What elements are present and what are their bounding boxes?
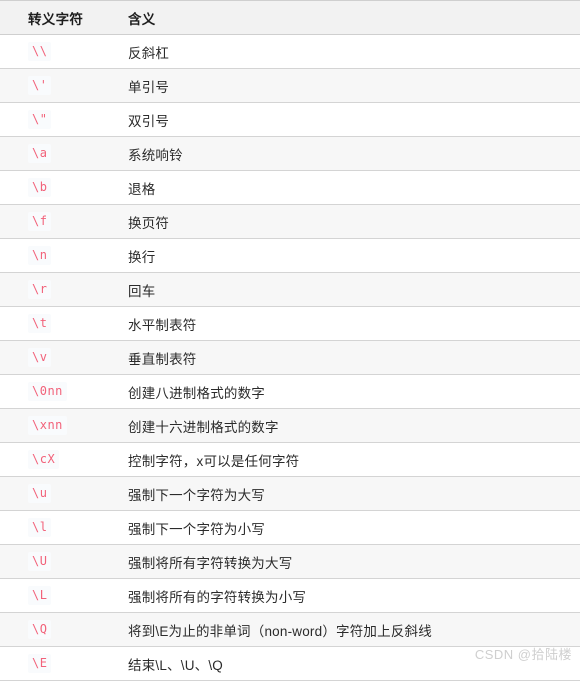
escape-character-cell: \t (0, 307, 118, 341)
escape-code-chip: \L (28, 586, 52, 605)
meaning-cell: 强制将所有字符转换为大写 (128, 555, 293, 571)
escape-code-chip: \0nn (28, 382, 67, 401)
table-row: \U 强制将所有字符转换为大写 (0, 544, 580, 579)
table-header-row: 转义字符 含义 (0, 0, 580, 35)
escape-character-cell: \U (0, 545, 118, 579)
meaning-cell: 系统响铃 (128, 147, 183, 163)
meaning-cell: 水平制表符 (128, 317, 197, 333)
table-row: \b 退格 (0, 170, 580, 205)
escape-code-chip: \" (28, 110, 52, 129)
escape-code-chip: \u (28, 484, 52, 503)
escape-character-cell: \u (0, 477, 118, 511)
column-header-meaning: 含义 (128, 11, 156, 27)
escape-character-cell: \l (0, 511, 118, 545)
meaning-cell: 将到\E为止的非单词（non-word）字符加上反斜线 (128, 623, 432, 639)
escape-code-chip: \' (28, 76, 52, 95)
table-row: \n 换行 (0, 238, 580, 273)
meaning-cell: 控制字符，x可以是任何字符 (128, 453, 300, 469)
escape-character-cell: \b (0, 171, 118, 205)
escape-character-cell: \Q (0, 613, 118, 647)
escape-character-cell: \\ (0, 35, 118, 69)
table-row: \Q 将到\E为止的非单词（non-word）字符加上反斜线 (0, 612, 580, 647)
escape-character-cell: \0nn (0, 375, 118, 409)
meaning-cell: 强制将所有的字符转换为小写 (128, 589, 307, 605)
escape-character-cell: \n (0, 239, 118, 273)
table-row: \f 换页符 (0, 204, 580, 239)
escape-code-chip: \U (28, 552, 52, 571)
escape-character-cell: \cX (0, 443, 118, 477)
meaning-cell: 单引号 (128, 79, 170, 95)
table-row: \0nn 创建八进制格式的数字 (0, 374, 580, 409)
meaning-cell: 创建十六进制格式的数字 (128, 419, 279, 435)
escape-character-cell: \L (0, 579, 118, 613)
escape-character-cell: \v (0, 341, 118, 375)
table-row: \v 垂直制表符 (0, 340, 580, 375)
escape-character-cell: \a (0, 137, 118, 171)
table-row: \' 单引号 (0, 68, 580, 103)
table-row: \L 强制将所有的字符转换为小写 (0, 578, 580, 613)
escape-code-chip: \f (28, 212, 52, 231)
column-header-escape-character: 转义字符 (28, 11, 84, 27)
meaning-cell: 垂直制表符 (128, 351, 197, 367)
escape-character-cell: \" (0, 103, 118, 137)
meaning-cell: 双引号 (128, 113, 170, 129)
table-row: \" 双引号 (0, 102, 580, 137)
table-row: \a 系统响铃 (0, 136, 580, 171)
meaning-cell: 强制下一个字符为小写 (128, 521, 265, 537)
escape-code-chip: \l (28, 518, 52, 537)
table-row: \cX 控制字符，x可以是任何字符 (0, 442, 580, 477)
table-row: \t 水平制表符 (0, 306, 580, 341)
escape-code-chip: \E (28, 654, 52, 673)
table-row: \u 强制下一个字符为大写 (0, 476, 580, 511)
escape-code-chip: \b (28, 178, 52, 197)
table-row: \l 强制下一个字符为小写 (0, 510, 580, 545)
table-row: \xnn 创建十六进制格式的数字 (0, 408, 580, 443)
meaning-cell: 回车 (128, 283, 156, 299)
table-row: \r 回车 (0, 272, 580, 307)
meaning-cell: 结束\L、\U、\Q (128, 657, 224, 673)
escape-character-cell: \' (0, 69, 118, 103)
meaning-cell: 创建八进制格式的数字 (128, 385, 265, 401)
escape-character-table-container: 转义字符 含义 \\ 反斜杠 \' 单引号 \" 双引号 \a 系统响铃 \b 退格 \f 换页符 \n… (0, 0, 580, 681)
table-header: 转义字符 含义 (0, 0, 580, 35)
meaning-cell: 强制下一个字符为大写 (128, 487, 265, 503)
table-body: \\ 反斜杠 \' 单引号 \" 双引号 \a 系统响铃 \b 退格 \f 换页符 \n 换行 \r 回车 \t… (0, 34, 580, 681)
escape-code-chip: \a (28, 144, 52, 163)
table-row: \E 结束\L、\U、\Q (0, 646, 580, 681)
escape-code-chip: \xnn (28, 416, 67, 435)
escape-character-cell: \E (0, 647, 118, 681)
meaning-cell: 退格 (128, 181, 156, 197)
escape-code-chip: \t (28, 314, 52, 333)
escape-code-chip: \\ (28, 42, 52, 61)
meaning-cell: 换页符 (128, 215, 170, 231)
meaning-cell: 换行 (128, 249, 156, 265)
escape-code-chip: \v (28, 348, 52, 367)
escape-code-chip: \Q (28, 620, 52, 639)
escape-code-chip: \n (28, 246, 52, 265)
escape-code-chip: \r (28, 280, 52, 299)
table-row: \\ 反斜杠 (0, 34, 580, 69)
escape-character-cell: \xnn (0, 409, 118, 443)
meaning-cell: 反斜杠 (128, 45, 170, 61)
escape-character-table: 转义字符 含义 \\ 反斜杠 \' 单引号 \" 双引号 \a 系统响铃 \b 退格 \f 换页符 \n… (0, 0, 580, 681)
escape-character-cell: \f (0, 205, 118, 239)
escape-code-chip: \cX (28, 450, 60, 469)
escape-character-cell: \r (0, 273, 118, 307)
